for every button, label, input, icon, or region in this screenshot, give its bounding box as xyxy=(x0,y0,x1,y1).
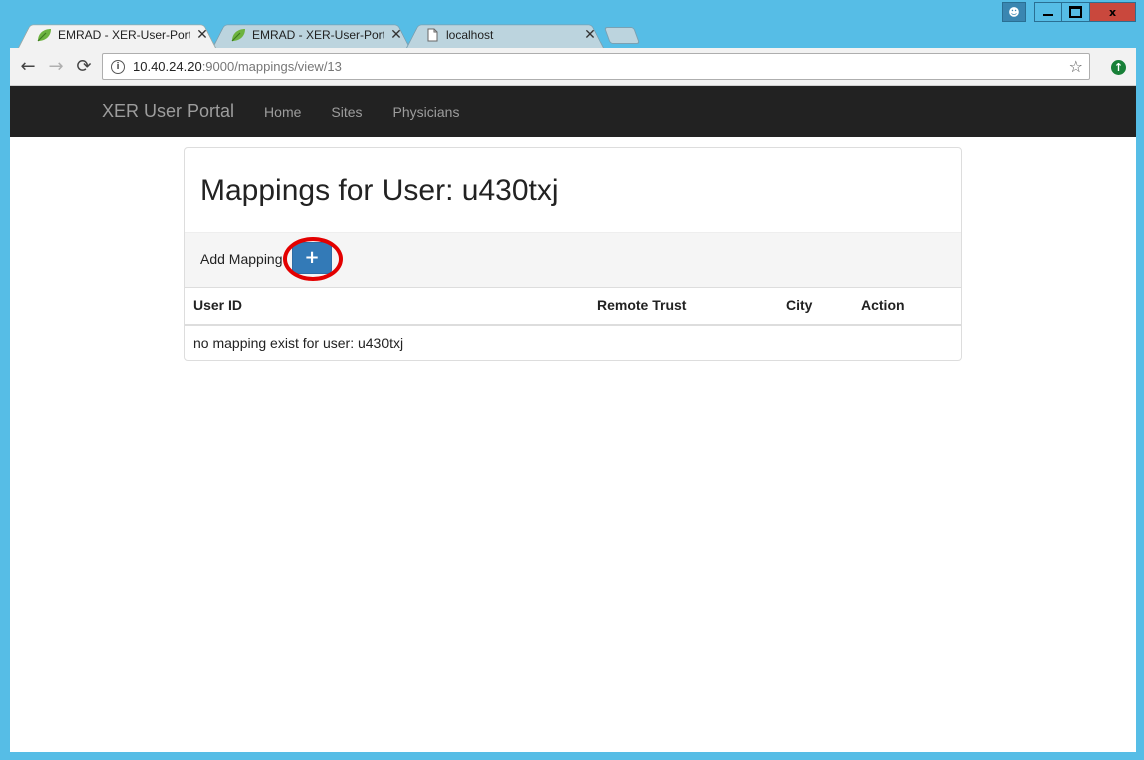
mapping-toolbar: Add Mapping + xyxy=(185,232,961,288)
forward-arrow-icon[interactable]: → xyxy=(46,57,66,77)
nav-physicians[interactable]: Physicians xyxy=(393,104,460,120)
tab-emrad-1[interactable]: EMRAD - XER-User-Porta ✕ xyxy=(18,21,216,48)
close-icon[interactable]: ✕ xyxy=(196,26,208,43)
add-mapping-button[interactable]: + xyxy=(292,242,332,274)
table-header: User ID Remote Trust City Action xyxy=(185,287,961,326)
star-icon[interactable]: ☆ xyxy=(1069,57,1083,76)
tab-emrad-2[interactable]: EMRAD - XER-User-Porta ✕ xyxy=(212,21,410,48)
reload-icon[interactable]: ⟳ xyxy=(74,57,94,77)
close-icon[interactable]: ✕ xyxy=(584,26,596,43)
add-mapping-label: Add Mapping xyxy=(200,251,283,267)
nav-sites[interactable]: Sites xyxy=(331,104,362,120)
close-window-button[interactable]: x xyxy=(1090,2,1136,22)
page-title: Mappings for User: u430txj xyxy=(200,174,559,207)
back-arrow-icon[interactable]: ← xyxy=(18,57,38,77)
navbar: XER User Portal Home Sites Physicians xyxy=(10,86,1136,137)
minimize-button[interactable] xyxy=(1034,2,1062,22)
leaf-icon xyxy=(37,28,51,41)
url-path: :9000/mappings/view/13 xyxy=(201,59,342,74)
close-icon[interactable]: ✕ xyxy=(390,26,402,43)
brand-link[interactable]: XER User Portal xyxy=(102,101,234,122)
column-user-id: User ID xyxy=(193,297,243,313)
column-city: City xyxy=(786,297,813,313)
tab-title: EMRAD - XER-User-Porta xyxy=(58,27,190,42)
address-bar[interactable]: i 10.40.24.20:9000/mappings/view/13 ☆ xyxy=(102,53,1090,80)
column-remote-trust: Remote Trust xyxy=(597,297,687,313)
mappings-panel: Mappings for User: u430txj Add Mapping +… xyxy=(184,147,962,361)
tab-title: localhost xyxy=(446,27,494,42)
tab-title: EMRAD - XER-User-Porta xyxy=(252,27,384,42)
empty-table-message: no mapping exist for user: u430txj xyxy=(193,335,404,351)
browser-toolbar: ← → ⟳ i 10.40.24.20:9000/mappings/view/1… xyxy=(10,48,1136,86)
leaf-icon xyxy=(231,28,245,41)
window-controls: ☻ x xyxy=(1002,2,1136,22)
info-icon[interactable]: i xyxy=(111,59,125,74)
extension-update-icon[interactable]: ↑ xyxy=(1111,60,1126,75)
tab-localhost[interactable]: localhost ✕ xyxy=(406,21,604,48)
url-host: 10.40.24.20 xyxy=(133,59,202,74)
tab-strip: EMRAD - XER-User-Porta ✕ EMRAD - XER-Use… xyxy=(0,0,700,52)
new-tab-button[interactable] xyxy=(607,27,637,44)
nav-home[interactable]: Home xyxy=(264,104,301,120)
maximize-button[interactable] xyxy=(1062,2,1090,22)
user-icon[interactable]: ☻ xyxy=(1002,2,1026,22)
column-action: Action xyxy=(861,297,905,313)
page-icon xyxy=(427,28,438,41)
page-viewport: XER User Portal Home Sites Physicians Ma… xyxy=(10,86,1136,752)
